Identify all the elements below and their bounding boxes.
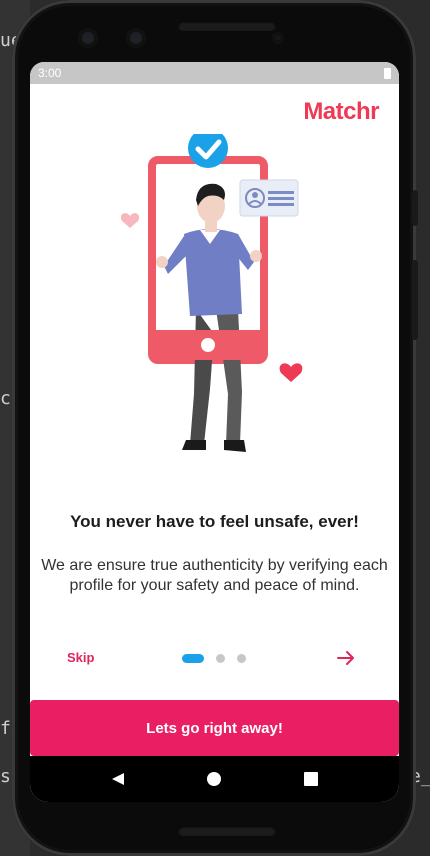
android-nav-bar [30, 756, 399, 802]
page-dot [216, 654, 225, 663]
proximity-sensor [272, 32, 284, 44]
onboarding-description: We are ensure true authenticity by verif… [41, 557, 388, 594]
front-sensor [126, 28, 146, 48]
brand-logo: Matchr [303, 98, 379, 125]
home-circle-icon[interactable] [204, 769, 224, 789]
back-triangle-icon[interactable] [108, 769, 128, 789]
status-time: 3:00 [38, 66, 62, 80]
app-screen: 3:00 Matchr You never have to feel unsaf… [30, 62, 399, 802]
volume-button [412, 260, 418, 340]
skip-button[interactable]: Skip [67, 650, 94, 665]
verification-illustration [120, 134, 303, 452]
bottom-speaker [178, 826, 276, 836]
heart-icon [279, 363, 303, 382]
battery-icon [384, 67, 391, 79]
arrow-right-icon[interactable] [336, 648, 356, 668]
background-text: s [0, 766, 11, 787]
top-speaker [178, 21, 276, 31]
heart-icon [120, 213, 140, 228]
page-dot-active [182, 654, 204, 663]
page-dot [237, 654, 246, 663]
front-camera [78, 28, 98, 48]
onboarding-heading: You never have to feel unsafe, ever! [70, 512, 359, 531]
status-bar: 3:00 [30, 62, 399, 84]
power-button [412, 190, 418, 226]
recents-square-icon[interactable] [301, 769, 321, 789]
page-indicator [182, 654, 246, 663]
get-started-button[interactable]: Lets go right away! [30, 700, 399, 756]
background-text: c [0, 388, 11, 409]
